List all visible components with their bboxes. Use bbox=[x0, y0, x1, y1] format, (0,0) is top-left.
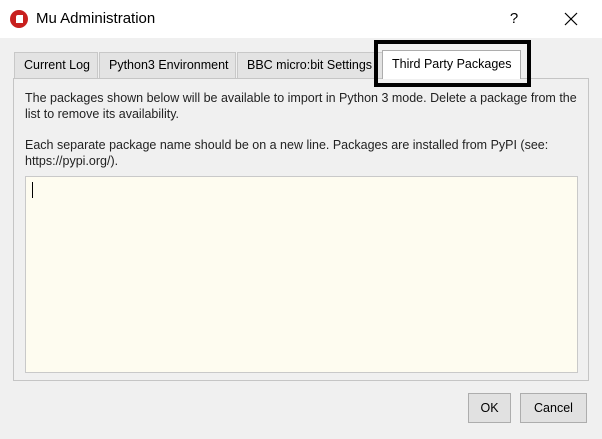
tab-microbit-settings[interactable]: BBC micro:bit Settings bbox=[237, 52, 385, 78]
close-button[interactable] bbox=[556, 6, 586, 32]
mu-logo-icon bbox=[10, 10, 28, 28]
tab-third-party-packages[interactable]: Third Party Packages bbox=[382, 50, 521, 79]
close-icon bbox=[564, 12, 578, 26]
cancel-button[interactable]: Cancel bbox=[520, 393, 587, 423]
packages-description: The packages shown below will be availab… bbox=[25, 91, 577, 121]
window-title: Mu Administration bbox=[36, 10, 156, 27]
help-button[interactable]: ? bbox=[500, 6, 528, 32]
text-caret bbox=[32, 182, 33, 198]
tab-python3-environment[interactable]: Python3 Environment bbox=[99, 52, 236, 78]
packages-install-note: Each separate package name should be on … bbox=[25, 138, 549, 168]
ok-button[interactable]: OK bbox=[468, 393, 511, 423]
title-bar: Mu Administration ? bbox=[0, 0, 602, 38]
packages-text-area[interactable] bbox=[25, 176, 578, 373]
tab-current-log[interactable]: Current Log bbox=[14, 52, 98, 78]
tab-panel-third-party-packages: The packages shown below will be availab… bbox=[13, 78, 589, 381]
